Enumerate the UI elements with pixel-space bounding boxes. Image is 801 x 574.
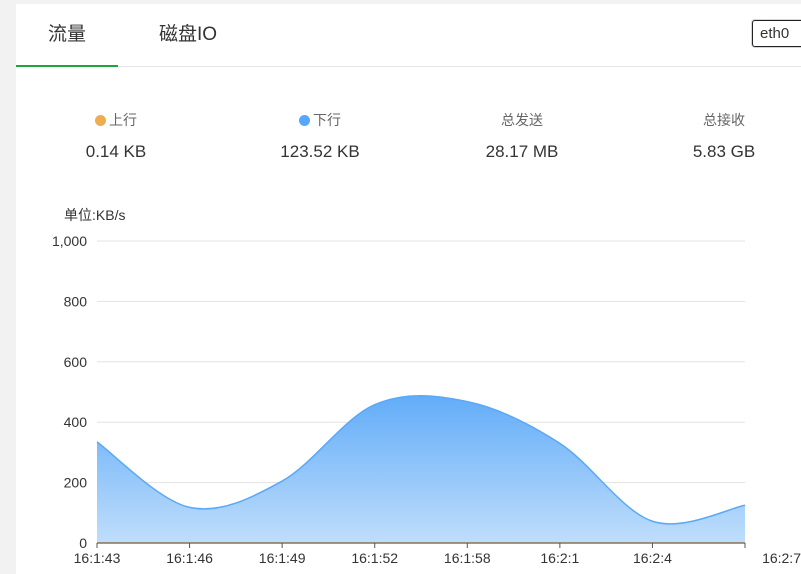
traffic-chart: 单位:KB/s 0 200 400 600 800 1,000 16:1:43 16:1:4… <box>52 207 801 566</box>
x-tick-label: 16:1:52 <box>351 550 398 566</box>
x-tick-label: 16:1:49 <box>259 550 306 566</box>
y-tick-label: 0 <box>79 535 87 551</box>
y-tick-label: 400 <box>64 414 88 430</box>
x-tick-label: 16:1:58 <box>444 550 491 566</box>
chart-unit-label: 单位:KB/s <box>64 207 125 223</box>
y-tick-label: 600 <box>64 354 88 370</box>
x-tick-label: 16:2:4 <box>633 550 672 566</box>
x-tick-label: 16:1:46 <box>166 550 213 566</box>
x-tick-label: 16:1:43 <box>74 550 121 566</box>
y-tick-label: 800 <box>64 293 88 309</box>
x-tick-label: 16:2:1 <box>540 550 579 566</box>
y-tick-label: 1,000 <box>52 233 87 249</box>
download-area <box>97 395 745 543</box>
y-tick-label: 200 <box>64 475 88 491</box>
x-tick-label: 16:2:7 <box>762 550 801 566</box>
